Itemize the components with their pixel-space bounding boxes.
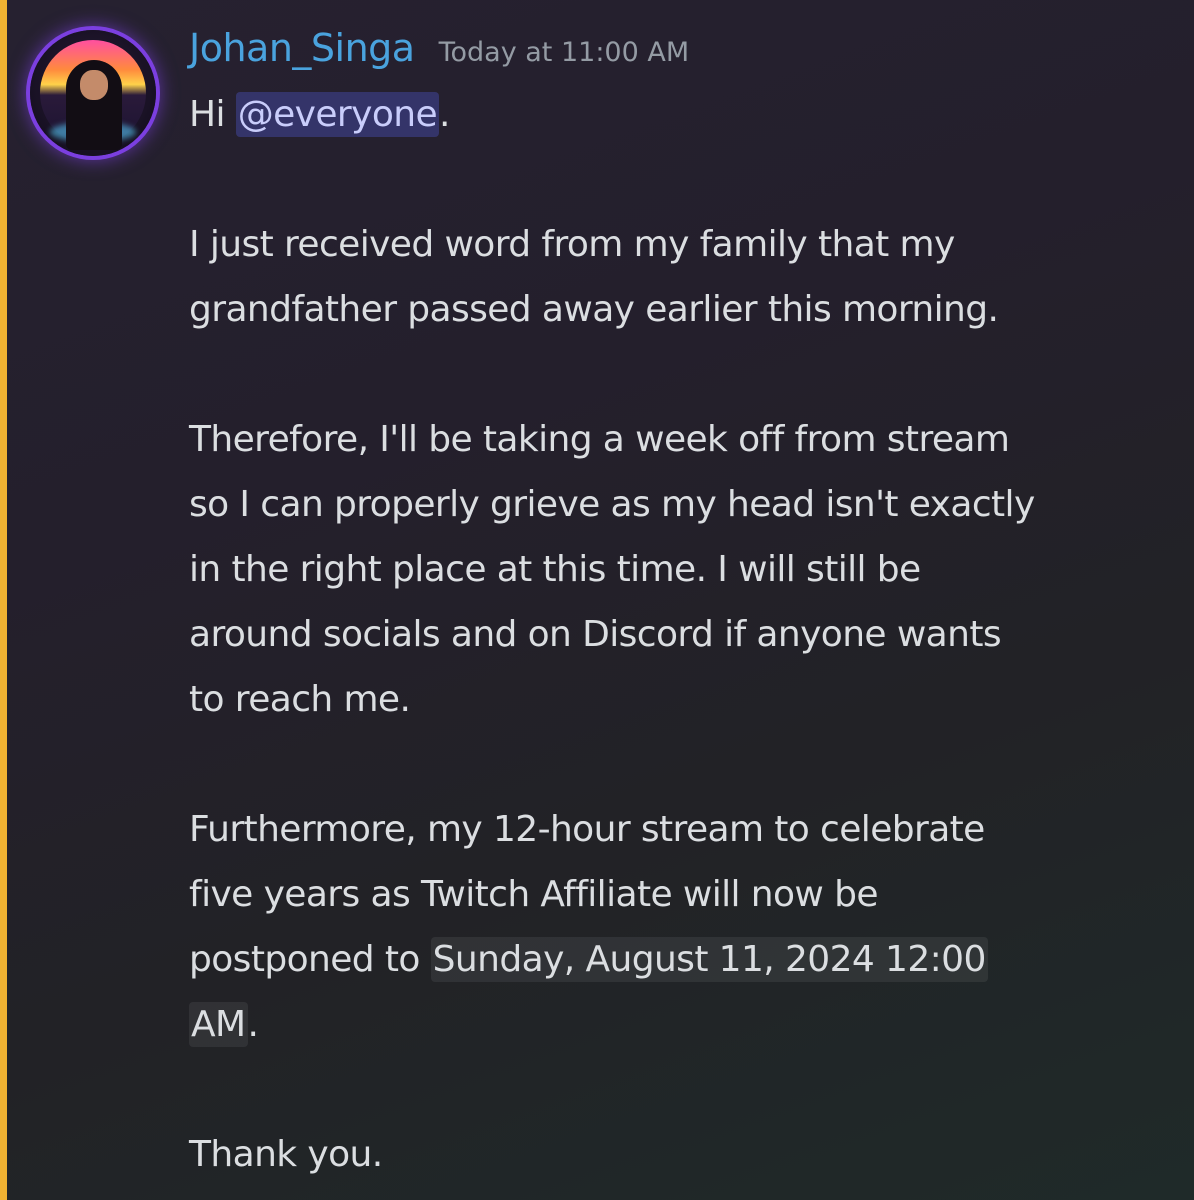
paragraph-line: grandfather passed away earlier this mor… bbox=[189, 289, 999, 330]
paragraph-line: I just received word from my family that… bbox=[189, 224, 955, 265]
paragraph-line: Furthermore, my 12-hour stream to celebr… bbox=[189, 809, 985, 850]
paragraph-line: AM. bbox=[189, 992, 1169, 1057]
date-timestamp-chip[interactable]: Sunday, August 11, 2024 12:00 bbox=[430, 937, 988, 982]
message-timestamp[interactable]: Today at 11:00 AM bbox=[439, 37, 690, 68]
paragraph-line: five years as Twitch Affiliate will now … bbox=[189, 874, 878, 915]
paragraph-line: Therefore, I'll be taking a week off fro… bbox=[189, 419, 1010, 460]
mention-highlight-bar bbox=[0, 0, 7, 1200]
postponed-suffix: . bbox=[247, 1004, 259, 1045]
paragraph-line: to reach me. bbox=[189, 679, 411, 720]
postponed-prefix: postponed to bbox=[189, 939, 431, 980]
author-username[interactable]: Johan_Singa bbox=[189, 26, 415, 70]
greeting-line: Hi @everyone. bbox=[189, 82, 1169, 147]
date-timestamp-chip-continued[interactable]: AM bbox=[189, 1002, 248, 1047]
paragraph-line: around socials and on Discord if anyone … bbox=[189, 614, 1002, 655]
message-header: Johan_Singa Today at 11:00 AM bbox=[189, 26, 1169, 82]
paragraph-line: so I can properly grieve as my head isn'… bbox=[189, 484, 1035, 525]
paragraph-line: in the right place at this time. I will … bbox=[189, 549, 921, 590]
paragraph-line: postponed to Sunday, August 11, 2024 12:… bbox=[189, 927, 1169, 992]
message-content: Johan_Singa Today at 11:00 AM Hi @everyo… bbox=[189, 26, 1169, 1187]
greeting-prefix: Hi bbox=[189, 94, 236, 135]
closing-line: Thank you. bbox=[189, 1134, 383, 1175]
message-container: Johan_Singa Today at 11:00 AM Hi @everyo… bbox=[0, 0, 1194, 1200]
greeting-suffix: . bbox=[439, 94, 450, 135]
avatar-face bbox=[80, 70, 108, 100]
avatar[interactable] bbox=[30, 30, 156, 156]
everyone-mention[interactable]: @everyone bbox=[235, 92, 440, 137]
message-body: Hi @everyone. I just received word from … bbox=[189, 82, 1169, 1187]
